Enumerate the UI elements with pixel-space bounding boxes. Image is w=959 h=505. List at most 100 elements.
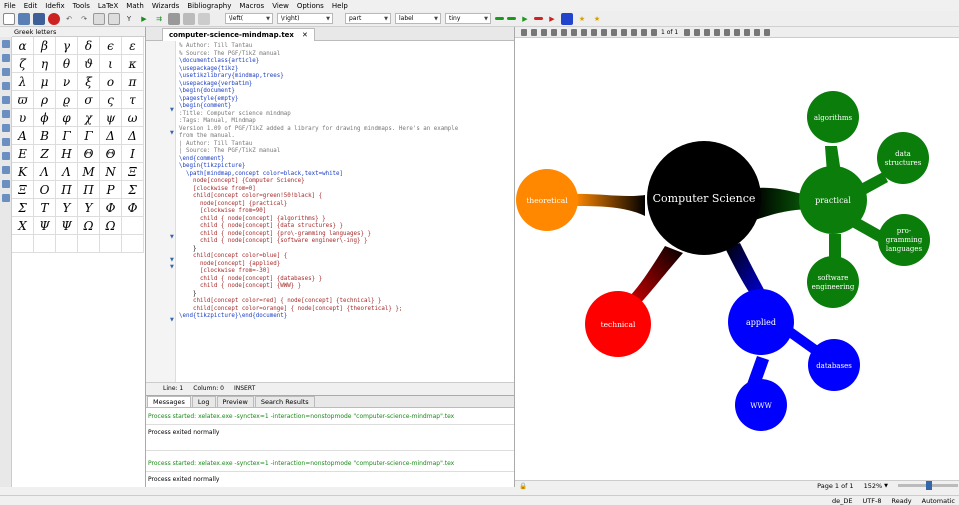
fold-icon[interactable]: ▼ bbox=[170, 317, 174, 323]
encoding-indicator[interactable]: UTF-8 bbox=[863, 497, 882, 505]
greek-letter-cell[interactable]: κ bbox=[122, 55, 144, 73]
greek-letter-cell[interactable]: P bbox=[100, 181, 122, 199]
greek-letter-cell[interactable]: ψ bbox=[100, 109, 122, 127]
greek-letter-cell[interactable]: ω bbox=[122, 109, 144, 127]
greek-letter-cell[interactable]: ς bbox=[100, 91, 122, 109]
viewer-tool-icon[interactable] bbox=[694, 28, 701, 36]
greek-letter-cell[interactable]: π bbox=[122, 73, 144, 91]
zoom-slider[interactable] bbox=[898, 481, 959, 490]
relation-icon[interactable] bbox=[2, 54, 10, 62]
greek-letter-cell[interactable]: Ξ bbox=[12, 181, 34, 199]
greek-letter-cell[interactable]: K bbox=[12, 163, 34, 181]
menu-tools[interactable]: Tools bbox=[73, 2, 90, 10]
greek-letter-cell[interactable]: Θ bbox=[78, 145, 100, 163]
greek-letter-cell[interactable]: δ bbox=[78, 37, 100, 55]
language-indicator[interactable]: de_DE bbox=[832, 497, 853, 505]
menu-options[interactable]: Options bbox=[297, 2, 324, 10]
menu-macros[interactable]: Macros bbox=[239, 2, 264, 10]
viewer-tool-icon[interactable] bbox=[531, 28, 537, 36]
greek-letter-cell[interactable]: H bbox=[56, 145, 78, 163]
fold-icon[interactable]: ▼ bbox=[170, 107, 174, 113]
viewer-tool-icon[interactable] bbox=[651, 28, 657, 36]
greek-icon[interactable] bbox=[2, 110, 10, 118]
greek-letter-cell[interactable]: λ bbox=[12, 73, 34, 91]
special-char-icon[interactable] bbox=[2, 124, 10, 132]
build-icon[interactable]: ▶ bbox=[138, 13, 150, 25]
fold-icon[interactable]: ▼ bbox=[170, 130, 174, 136]
view-icon[interactable] bbox=[168, 12, 180, 25]
greek-letter-cell[interactable]: φ bbox=[56, 109, 78, 127]
viewer-tool-icon[interactable] bbox=[571, 28, 577, 36]
greek-letter-cell[interactable]: ϱ bbox=[56, 91, 78, 109]
close-tab-icon[interactable]: ✕ bbox=[302, 31, 308, 39]
viewer-tool-icon[interactable] bbox=[611, 28, 617, 36]
compile-icon[interactable]: ⇉ bbox=[153, 13, 165, 25]
viewer-tool-icon[interactable] bbox=[631, 28, 637, 36]
greek-letter-cell[interactable]: Γ bbox=[56, 127, 78, 145]
greek-letter-cell[interactable]: Δ bbox=[122, 127, 144, 145]
greek-letter-cell[interactable]: ϑ bbox=[78, 55, 100, 73]
greek-letter-cell[interactable]: υ bbox=[12, 109, 34, 127]
viewer-tool-icon[interactable] bbox=[684, 28, 691, 36]
zoom-level[interactable]: 152% bbox=[864, 482, 883, 490]
tab-computer-science-mindmap[interactable]: computer-science-mindmap.tex ✕ bbox=[162, 28, 315, 41]
greek-letter-cell[interactable]: Σ bbox=[122, 181, 144, 199]
greek-letter-cell[interactable]: Σ bbox=[12, 199, 34, 217]
greek-letter-cell[interactable]: χ bbox=[78, 109, 100, 127]
asymptote-icon[interactable] bbox=[2, 180, 10, 188]
greek-letter-cell[interactable]: B bbox=[34, 127, 56, 145]
fold-icon[interactable]: ▼ bbox=[170, 234, 174, 240]
greek-letter-cell[interactable]: ζ bbox=[12, 55, 34, 73]
greek-letter-cell[interactable]: ν bbox=[56, 73, 78, 91]
paste-icon[interactable] bbox=[108, 12, 120, 25]
greek-letter-cell[interactable]: μ bbox=[34, 73, 56, 91]
size-combo[interactable]: tiny ▼ bbox=[445, 13, 491, 24]
viewer-tool-icon[interactable] bbox=[581, 28, 587, 36]
menu-view[interactable]: View bbox=[272, 2, 289, 10]
greek-letter-cell[interactable]: Ω bbox=[78, 217, 100, 235]
viewer-tool-icon[interactable] bbox=[744, 28, 751, 36]
greek-letter-cell[interactable]: ϖ bbox=[12, 91, 34, 109]
greek-letter-cell[interactable]: τ bbox=[122, 91, 144, 109]
code-editor[interactable]: % Author: Till Tantau% Source: The PGF/T… bbox=[179, 43, 513, 321]
greek-letter-cell[interactable]: Φ bbox=[100, 199, 122, 217]
green-bar-icon[interactable] bbox=[495, 17, 504, 20]
greek-letter-cell[interactable]: ι bbox=[100, 55, 122, 73]
new-file-icon[interactable] bbox=[3, 12, 15, 25]
greek-letter-cell[interactable]: ε bbox=[122, 37, 144, 55]
view-pdf-icon[interactable] bbox=[183, 12, 195, 25]
greek-letter-cell[interactable]: o bbox=[100, 73, 122, 91]
find-icon[interactable]: Y bbox=[123, 13, 135, 25]
italic-icon[interactable] bbox=[534, 17, 543, 20]
greek-letter-cell[interactable]: Υ bbox=[78, 199, 100, 217]
greek-letter-cell[interactable]: γ bbox=[56, 37, 78, 55]
left-delim-combo[interactable]: \left(▼ bbox=[225, 13, 273, 24]
menu-wizards[interactable]: Wizards bbox=[152, 2, 180, 10]
ref-combo[interactable]: label ▼ bbox=[395, 13, 441, 24]
lock-icon[interactable]: 🔒 bbox=[519, 482, 527, 490]
menu-latex[interactable]: LaTeX bbox=[98, 2, 118, 10]
greek-letter-cell[interactable]: Π bbox=[56, 181, 78, 199]
close-file-icon[interactable] bbox=[48, 12, 60, 25]
green-bar-icon-2[interactable] bbox=[507, 17, 516, 20]
viewer-tool-icon[interactable] bbox=[734, 28, 741, 36]
pstricks-icon[interactable] bbox=[2, 138, 10, 146]
greek-letter-cell[interactable]: η bbox=[34, 55, 56, 73]
viewer-tool-icon[interactable] bbox=[714, 28, 721, 36]
open-file-icon[interactable] bbox=[18, 12, 30, 25]
greek-letter-cell[interactable]: ϕ bbox=[34, 109, 56, 127]
tab-log[interactable]: Log bbox=[191, 396, 216, 407]
greek-letter-cell[interactable]: Ω bbox=[100, 217, 122, 235]
viewer-tool-icon[interactable] bbox=[621, 28, 627, 36]
save-icon[interactable] bbox=[33, 12, 45, 25]
emph-icon[interactable]: ▶ bbox=[546, 13, 558, 25]
arrows-icon[interactable] bbox=[2, 68, 10, 76]
viewer-tool-icon[interactable] bbox=[541, 28, 547, 36]
delimiters-icon[interactable] bbox=[2, 96, 10, 104]
greek-letter-cell[interactable]: α bbox=[12, 37, 34, 55]
greek-letter-cell[interactable]: M bbox=[78, 163, 100, 181]
misc-math-icon[interactable] bbox=[2, 82, 10, 90]
viewer-tool-icon[interactable] bbox=[591, 28, 597, 36]
viewer-tool-icon[interactable] bbox=[521, 28, 527, 36]
menu-bibliography[interactable]: Bibliography bbox=[187, 2, 231, 10]
